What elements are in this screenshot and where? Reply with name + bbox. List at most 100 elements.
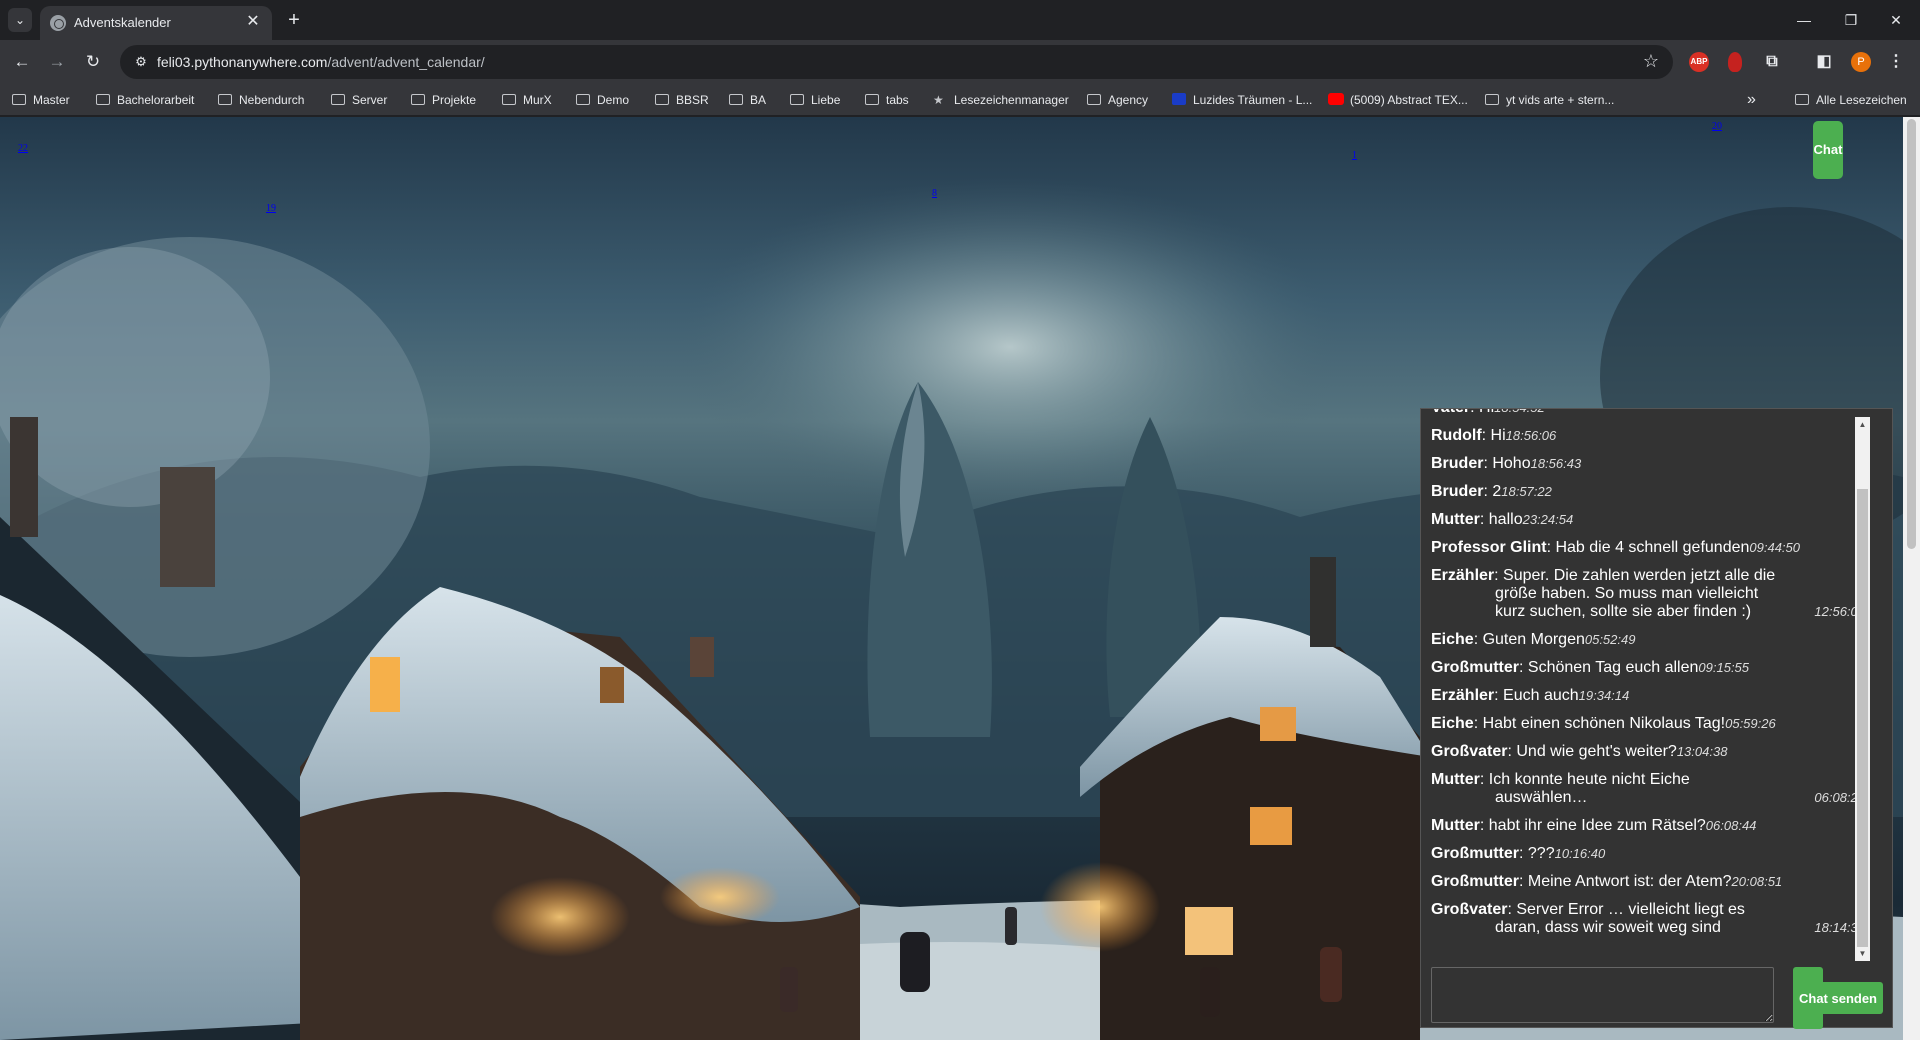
chat-message-author: Bruder — [1431, 455, 1484, 472]
folder-icon — [1485, 94, 1499, 105]
chat-message-time: 09:44:50 — [1749, 540, 1800, 555]
chat-message-author: Vater — [1431, 409, 1470, 416]
url-text[interactable]: feli03.pythonanywhere.com/advent/advent_… — [157, 54, 485, 70]
bookmark-nebendurch[interactable]: Nebendurch — [218, 91, 304, 109]
bookmarks-overflow-button[interactable]: » — [1747, 91, 1756, 109]
chat-message-time: 18:54:52 — [1494, 409, 1545, 415]
bookmark-tabs[interactable]: tabs — [865, 91, 909, 109]
chat-scrollbar[interactable]: ▲ ▼ — [1855, 417, 1870, 961]
bookmark-lesezeichenmanager[interactable]: ★ Lesezeichenmanager — [933, 91, 1069, 109]
bookmark-liebe[interactable]: Liebe — [790, 91, 840, 109]
chat-message-author: Großmutter — [1431, 873, 1519, 890]
bookmark-bachelorarbeit[interactable]: Bachelorarbeit — [96, 91, 194, 109]
folder-icon — [1795, 94, 1809, 105]
chat-message: Vater: Hi18:54:52 — [1431, 409, 1865, 417]
chat-message-input[interactable] — [1431, 967, 1774, 1023]
bookmark-projekte[interactable]: Projekte — [411, 91, 476, 109]
calendar-day-link[interactable]: 19 — [266, 203, 276, 214]
chat-message-time: 18:56:43 — [1530, 456, 1582, 471]
chat-message: Großmutter: Schönen Tag euch allen09:15:… — [1431, 659, 1865, 677]
minimize-button[interactable]: — — [1784, 4, 1824, 36]
reload-button[interactable]: ↻ — [81, 50, 105, 74]
folder-icon — [502, 94, 516, 105]
folder-icon — [655, 94, 669, 105]
extensions-puzzle-icon[interactable]: ⧉ — [1762, 52, 1782, 72]
adblock-plus-icon[interactable]: ABP — [1689, 52, 1709, 72]
chat-message: Großmutter: Meine Antwort ist: der Atem?… — [1431, 873, 1865, 891]
chat-message: Mutter: hallo23:24:54 — [1431, 511, 1865, 529]
star-icon: ★ — [933, 93, 944, 107]
profile-avatar[interactable]: P — [1851, 52, 1871, 72]
chat-message-text: : Hi — [1481, 427, 1506, 444]
bookmark-ba[interactable]: BA — [729, 91, 766, 109]
browser-menu-icon[interactable]: ⋮ — [1886, 52, 1906, 72]
chat-message-author: Erzähler — [1431, 567, 1495, 584]
folder-icon — [729, 94, 743, 105]
forward-button[interactable]: → — [45, 50, 69, 74]
chat-message: Erzähler: Euch auch19:34:14 — [1431, 687, 1865, 705]
tab-strip: ⌄ Adventskalender ✕ + — ❐ ✕ — [0, 0, 1920, 40]
bookmark-luzides-traeumen[interactable]: Luzides Träumen - L... — [1172, 91, 1312, 109]
tab-search-button[interactable]: ⌄ — [8, 8, 32, 32]
chat-message: Mutter: Ich konnte heute nicht Eiche aus… — [1431, 771, 1865, 807]
url-path: /advent/advent_calendar/ — [327, 54, 485, 70]
folder-icon — [790, 94, 804, 105]
calendar-day-link[interactable]: 22 — [18, 143, 28, 154]
close-window-button[interactable]: ✕ — [1876, 4, 1916, 36]
close-tab-icon[interactable]: ✕ — [244, 13, 262, 31]
bookmark-yt-vids[interactable]: yt vids arte + stern... — [1485, 91, 1614, 109]
restore-button[interactable]: ❐ — [1831, 4, 1871, 36]
url-host: feli03.pythonanywhere.com — [157, 54, 328, 70]
chat-message-text: : Schönen Tag euch allen — [1519, 659, 1699, 676]
chat-message-author: Großvater — [1431, 901, 1508, 918]
chat-message-text: : Euch auch — [1494, 687, 1579, 704]
site-info-icon[interactable]: ⚙ — [132, 53, 150, 71]
tab-title: Adventskalender — [74, 15, 171, 30]
bookmark-murx[interactable]: MurX — [502, 91, 552, 109]
page-scroll-thumb[interactable] — [1907, 119, 1916, 549]
chat-message-list[interactable]: Vater: Hi18:54:52Rudolf: Hi18:56:06Brude… — [1421, 409, 1875, 959]
back-button[interactable]: ← — [10, 50, 34, 74]
bookmark-star-icon[interactable]: ☆ — [1643, 51, 1659, 72]
scroll-down-icon[interactable]: ▼ — [1855, 946, 1870, 961]
calendar-day-link[interactable]: 1 — [1352, 150, 1357, 161]
calendar-day-link[interactable]: 20 — [1712, 121, 1722, 132]
all-bookmarks-folder[interactable]: Alle Lesezeichen — [1795, 91, 1907, 109]
chat-message: Großvater: Server Error … vielleicht lie… — [1431, 901, 1865, 937]
bookmark-master[interactable]: Master — [12, 91, 70, 109]
side-panel-icon[interactable]: ◧ — [1814, 52, 1834, 72]
chat-message-time: 23:24:54 — [1522, 512, 1574, 527]
calendar-day-link[interactable]: 8 — [932, 188, 937, 199]
folder-icon — [576, 94, 590, 105]
chat-scroll-thumb[interactable] — [1857, 489, 1868, 947]
chat-message-time: 09:15:55 — [1698, 660, 1750, 675]
chat-message-text: : Hab die 4 schnell gefunden — [1546, 539, 1750, 556]
tab-adventskalender[interactable]: Adventskalender ✕ — [40, 6, 272, 40]
site-favicon-icon — [1172, 93, 1186, 105]
chat-message: Eiche: Habt einen schönen Nikolaus Tag!0… — [1431, 715, 1865, 733]
chat-toggle-button[interactable]: Chat — [1813, 121, 1843, 179]
chat-message-time: 18:56:06 — [1505, 428, 1557, 443]
bookmark-bbsr[interactable]: BBSR — [655, 91, 709, 109]
bookmark-abstract-tex[interactable]: (5009) Abstract TEX... — [1328, 91, 1468, 109]
chat-message-time: 18:57:22 — [1501, 484, 1552, 499]
new-tab-button[interactable]: + — [282, 9, 306, 33]
chat-message-text: : habt ihr eine Idee zum Rätsel? — [1479, 817, 1706, 834]
chat-message-text: : Guten Morgen — [1473, 631, 1585, 648]
scroll-up-icon[interactable]: ▲ — [1855, 417, 1870, 432]
bookmark-agency[interactable]: Agency — [1087, 91, 1148, 109]
bookmark-server[interactable]: Server — [331, 91, 387, 109]
address-bar[interactable]: ⚙ feli03.pythonanywhere.com/advent/adven… — [120, 45, 1673, 79]
chat-message-time: 13:04:38 — [1676, 744, 1728, 759]
chat-message-author: Großvater — [1431, 743, 1508, 760]
chat-message-text: : Server Error … vielleicht liegt es dar… — [1495, 901, 1745, 936]
page-scrollbar[interactable] — [1903, 117, 1920, 1040]
chat-message-time: 06:08:44 — [1705, 818, 1757, 833]
chat-message-author: Bruder — [1431, 483, 1484, 500]
chat-message: Eiche: Guten Morgen05:52:49 — [1431, 631, 1865, 649]
hand-extension-icon[interactable] — [1728, 52, 1742, 72]
bookmark-demo[interactable]: Demo — [576, 91, 629, 109]
chat-send-button[interactable]: Chat senden — [1793, 982, 1883, 1014]
chat-message: Professor Glint: Hab die 4 schnell gefun… — [1431, 539, 1865, 557]
chat-message-author: Eiche — [1431, 715, 1474, 732]
